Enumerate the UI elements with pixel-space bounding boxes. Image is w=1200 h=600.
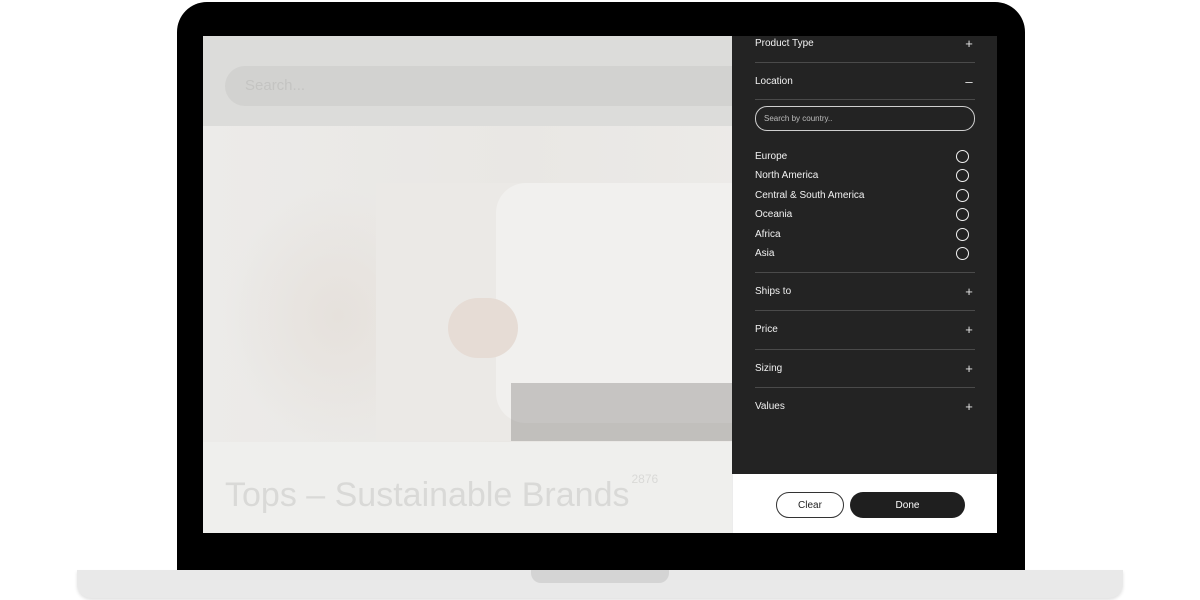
location-option-asia[interactable]: Asia	[755, 246, 975, 260]
expand-plus-icon: +	[965, 283, 973, 299]
filter-ships-to-label: Ships to	[755, 285, 792, 297]
radio-icon[interactable]	[956, 149, 969, 163]
expand-plus-icon: +	[965, 36, 973, 51]
filter-sizing-label: Sizing	[755, 362, 783, 374]
filter-product-type-label: Product Type	[755, 37, 814, 49]
page-title: Tops – Sustainable Brands 2876	[225, 472, 658, 515]
divider	[755, 387, 975, 388]
filter-location[interactable]: Location –	[755, 73, 975, 89]
option-label: Asia	[755, 247, 775, 259]
radio-icon[interactable]	[956, 188, 969, 202]
filter-price[interactable]: Price +	[755, 321, 975, 337]
clear-button[interactable]: Clear	[776, 492, 844, 518]
expand-plus-icon: +	[965, 360, 973, 376]
filter-price-label: Price	[755, 323, 778, 335]
filter-product-type[interactable]: Product Type +	[755, 36, 975, 51]
hand-shape	[448, 298, 518, 358]
option-label: Oceania	[755, 208, 793, 220]
location-option-north-america[interactable]: North America	[755, 168, 975, 182]
laptop-notch	[531, 570, 669, 583]
country-search-input[interactable]	[755, 106, 975, 131]
radio-icon[interactable]	[956, 246, 969, 260]
product-count: 2876	[631, 472, 659, 486]
site-search-input[interactable]: Search...	[225, 66, 785, 106]
filter-panel: Product Type + Location – Europe North A…	[732, 36, 997, 474]
filter-footer: Clear Done	[732, 474, 997, 533]
expand-plus-icon: +	[965, 321, 973, 337]
location-option-oceania[interactable]: Oceania	[755, 207, 975, 221]
radio-icon[interactable]	[956, 207, 969, 221]
filter-values-label: Values	[755, 400, 785, 412]
collapse-minus-icon: –	[965, 73, 973, 89]
filter-ships-to[interactable]: Ships to +	[755, 283, 975, 299]
location-option-central-south-america[interactable]: Central & South America	[755, 188, 975, 202]
option-label: North America	[755, 169, 819, 181]
radio-icon[interactable]	[956, 227, 969, 241]
location-option-europe[interactable]: Europe	[755, 149, 975, 163]
page-title-text: Tops – Sustainable Brands	[225, 476, 630, 514]
option-label: Africa	[755, 228, 781, 240]
radio-icon[interactable]	[956, 168, 969, 182]
done-button[interactable]: Done	[850, 492, 965, 518]
divider	[755, 310, 975, 311]
option-label: Central & South America	[755, 189, 865, 201]
option-label: Europe	[755, 150, 788, 162]
divider	[755, 62, 975, 63]
filter-values[interactable]: Values +	[755, 398, 975, 414]
location-option-africa[interactable]: Africa	[755, 227, 975, 241]
pants-shape	[511, 383, 741, 441]
filter-location-label: Location	[755, 75, 793, 87]
screen: Search... Tops – Sustainable Brands 2876 …	[203, 36, 997, 533]
divider	[755, 349, 975, 350]
divider	[755, 99, 975, 100]
hero-image	[376, 183, 746, 441]
divider	[755, 272, 975, 273]
filter-sizing[interactable]: Sizing +	[755, 360, 975, 376]
expand-plus-icon: +	[965, 398, 973, 414]
